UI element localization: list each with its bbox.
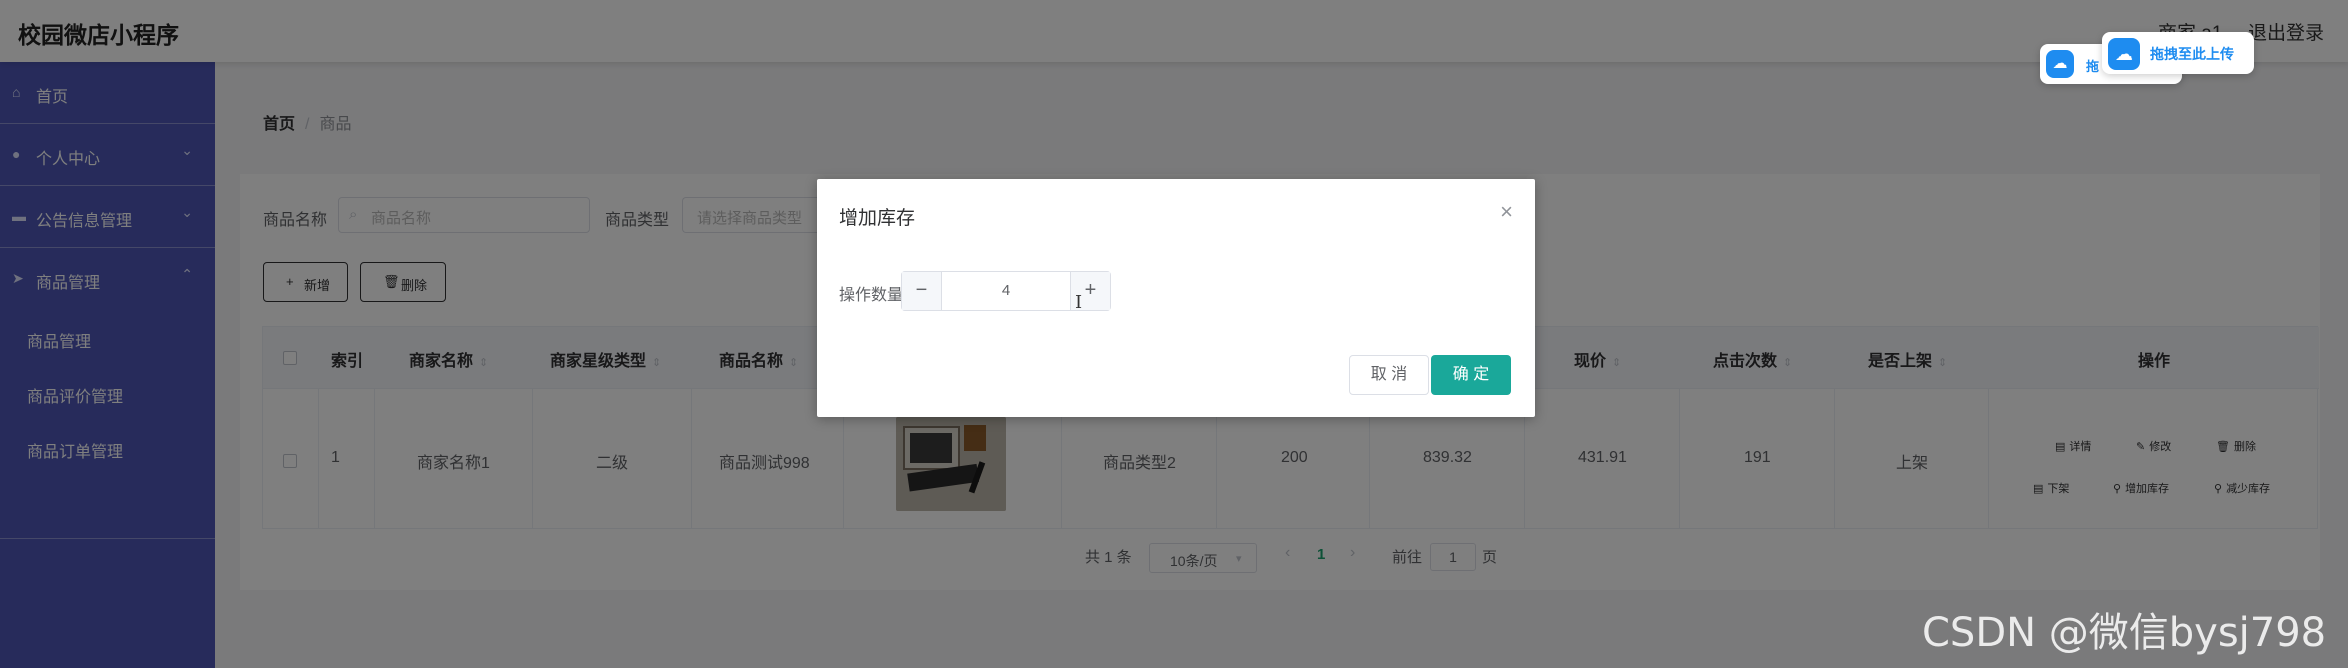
upload-badge-label: 拖	[2086, 59, 2100, 74]
text-cursor-icon: I	[1075, 292, 1083, 313]
quantity-label: 操作数量	[839, 287, 904, 304]
cancel-button[interactable]: 取 消	[1349, 355, 1429, 395]
cloud-upload-icon: ☁	[2046, 50, 2074, 78]
decrement-button[interactable]: −	[902, 272, 942, 310]
close-icon[interactable]: ×	[1500, 199, 1513, 225]
increase-stock-dialog: 增加库存 × 操作数量 − 4 + I 取 消 确 定	[817, 179, 1535, 417]
quantity-input[interactable]: 4	[942, 272, 1070, 310]
dialog-title: 增加库存	[839, 208, 916, 229]
watermark: CSDN @微信bysj798	[1922, 610, 2327, 656]
upload-badge[interactable]: ☁ 拖拽至此上传	[2102, 32, 2254, 74]
cloud-upload-icon: ☁	[2108, 38, 2140, 70]
confirm-button[interactable]: 确 定	[1431, 355, 1511, 395]
upload-badge-label: 拖拽至此上传	[2150, 46, 2234, 62]
